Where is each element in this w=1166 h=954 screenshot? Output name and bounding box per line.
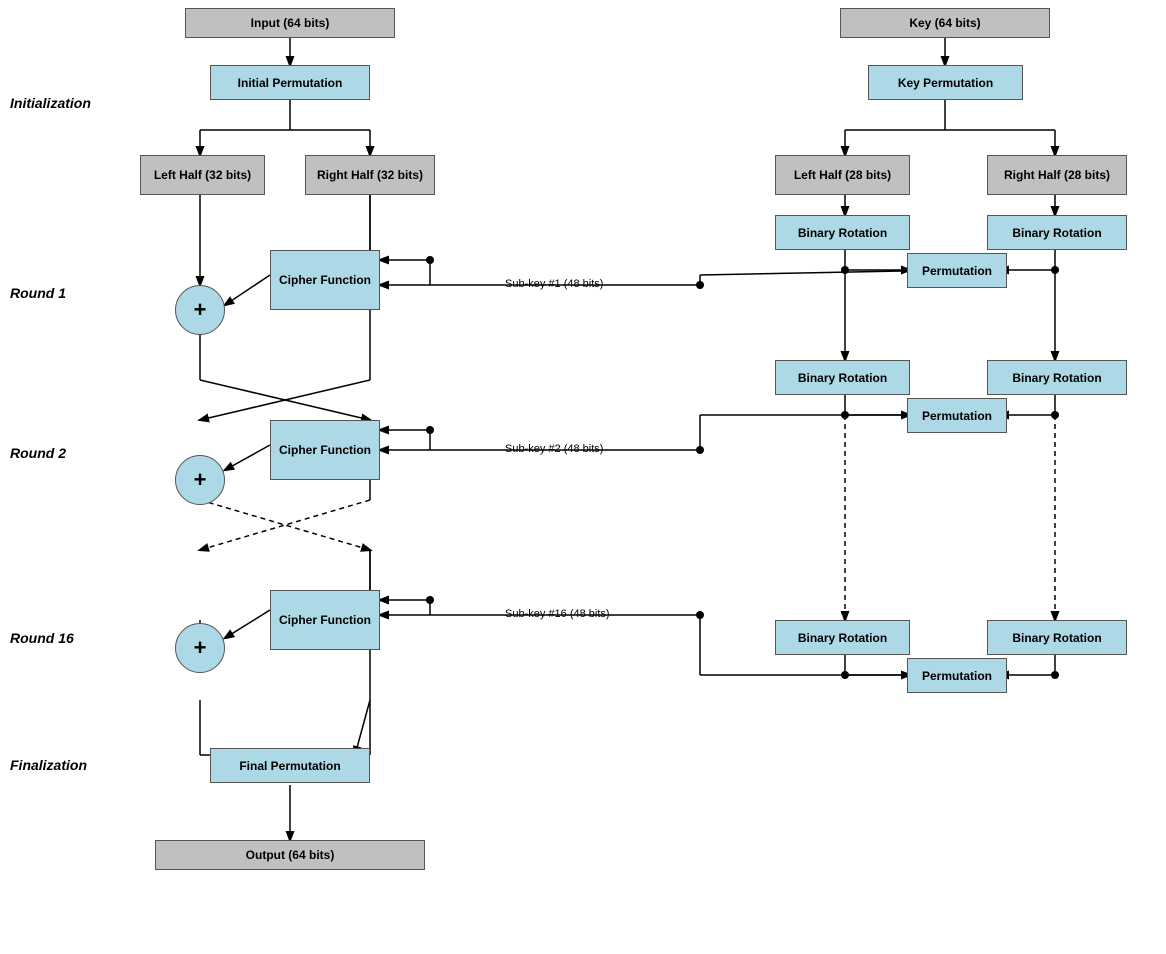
label-round16: Round 16 — [10, 630, 74, 646]
label-round2: Round 2 — [10, 445, 66, 461]
initial-perm-box: Initial Permutation — [210, 65, 370, 100]
xor-round16: + — [175, 623, 225, 673]
permutation-1-box: Permutation — [907, 253, 1007, 288]
left-half-32-box: Left Half (32 bits) — [140, 155, 265, 195]
binary-rot-16r-box: Binary Rotation — [987, 620, 1127, 655]
label-round1: Round 1 — [10, 285, 66, 301]
binary-rot-1r-box: Binary Rotation — [987, 215, 1127, 250]
cipher-func-16-box: Cipher Function — [270, 590, 380, 650]
key-box: Key (64 bits) — [840, 8, 1050, 38]
subkey-1-label: Sub-key #1 (48 bits) — [505, 278, 603, 290]
xor-round1: + — [175, 285, 225, 335]
label-finalization: Finalization — [10, 757, 87, 773]
label-initialization: Initialization — [10, 95, 91, 111]
diagram-container: Initialization Round 1 Round 2 Round 16 … — [0, 0, 1166, 954]
binary-rot-1l-box: Binary Rotation — [775, 215, 910, 250]
cipher-func-1-box: Cipher Function — [270, 250, 380, 310]
xor-round2: + — [175, 455, 225, 505]
subkey-2-label: Sub-key #2 (48 bits) — [505, 443, 603, 455]
input-box: Input (64 bits) — [185, 8, 395, 38]
final-perm-box: Final Permutation — [210, 748, 370, 783]
binary-rot-2l-box: Binary Rotation — [775, 360, 910, 395]
key-perm-box: Key Permutation — [868, 65, 1023, 100]
right-half-32-box: Right Half (32 bits) — [305, 155, 435, 195]
permutation-16-box: Permutation — [907, 658, 1007, 693]
right-half-28-box: Right Half (28 bits) — [987, 155, 1127, 195]
binary-rot-2r-box: Binary Rotation — [987, 360, 1127, 395]
output-box: Output (64 bits) — [155, 840, 425, 870]
binary-rot-16l-box: Binary Rotation — [775, 620, 910, 655]
subkey-16-label: Sub-key #16 (48 bits) — [505, 608, 610, 620]
left-half-28-box: Left Half (28 bits) — [775, 155, 910, 195]
cipher-func-2-box: Cipher Function — [270, 420, 380, 480]
permutation-2-box: Permutation — [907, 398, 1007, 433]
